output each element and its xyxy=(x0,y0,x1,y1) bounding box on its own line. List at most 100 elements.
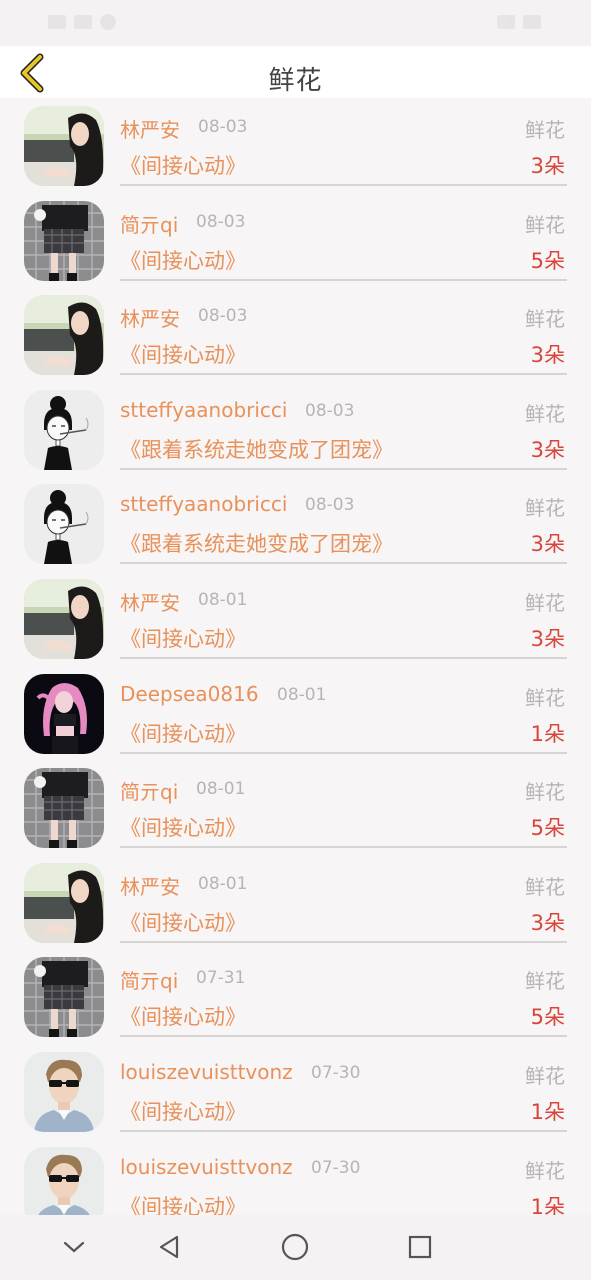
status-bar xyxy=(0,0,591,46)
row-divider xyxy=(120,184,567,186)
row-divider xyxy=(120,1035,567,1038)
user-name[interactable]: stteffyaanobricci xyxy=(120,398,287,422)
gift-type-label: 鲜花 xyxy=(525,685,565,710)
sim-icon xyxy=(48,15,66,29)
gift-type-label: 鲜花 xyxy=(525,1158,565,1183)
flower-count: 3朵 xyxy=(530,626,565,651)
book-title-link[interactable]: 《间接心动》 xyxy=(120,907,246,937)
list-item[interactable]: 林严安 08-03 鲜花《间接心动》 3朵 xyxy=(0,98,591,193)
gift-type-label: 鲜花 xyxy=(525,118,565,142)
avatar[interactable] xyxy=(24,673,104,754)
flower-count: 3朵 xyxy=(530,532,565,557)
book-title-link[interactable]: 《间接心动》 xyxy=(120,1191,246,1215)
gift-date: 08-03 xyxy=(198,117,248,137)
user-name[interactable]: Deepsea0816 xyxy=(120,682,259,706)
list-item[interactable]: louiszevuisttvonz 07-30 鲜花《间接心动》 1朵 xyxy=(0,1139,591,1215)
row-divider xyxy=(120,373,567,376)
book-title-link[interactable]: 《间接心动》 xyxy=(120,339,246,369)
gift-type-label: 鲜花 xyxy=(525,780,565,805)
list-item[interactable]: stteffyaanobricci 08-03 鲜花 《跟着系统走她变成了团宠》 3朵 xyxy=(0,476,591,571)
status-right-icons xyxy=(497,12,541,32)
list-item[interactable]: 简亓qi 08-01 鲜花《间接心动》 5朵 xyxy=(0,760,591,855)
flower-count: 3朵 xyxy=(530,437,565,462)
gift-type-label: 鲜花 xyxy=(525,496,565,521)
book-title-link[interactable]: 《间接心动》 xyxy=(120,812,246,842)
row-divider xyxy=(120,656,567,659)
gift-date: 07-30 xyxy=(311,1062,361,1083)
avatar[interactable] xyxy=(24,768,104,849)
user-name[interactable]: 简亓qi xyxy=(120,776,178,805)
list-item[interactable]: stteffyaanobricci 08-03 鲜花 《跟着系统走她变成了团宠》 3朵 xyxy=(0,382,591,477)
user-name[interactable]: stteffyaanobricci xyxy=(120,492,287,516)
flower-count: 1朵 xyxy=(530,1194,565,1215)
avatar[interactable] xyxy=(24,957,104,1038)
user-name[interactable]: 林严安 xyxy=(120,303,180,332)
gift-type-label: 鲜花 xyxy=(525,1063,565,1088)
notification-icon xyxy=(100,14,116,30)
flower-count: 1朵 xyxy=(530,1099,565,1124)
back-triangle-icon xyxy=(159,1235,179,1259)
gift-date: 08-01 xyxy=(196,779,246,800)
avatar[interactable] xyxy=(24,389,104,470)
list-item[interactable]: 林严安 08-01 鲜花 《间接心动》 3朵 xyxy=(0,855,591,950)
gift-type-label: 鲜花 xyxy=(525,212,565,237)
row-divider xyxy=(120,846,567,849)
user-name[interactable]: 林严安 xyxy=(120,871,180,900)
gift-date: 08-01 xyxy=(277,684,327,705)
list-item[interactable]: Deepsea0816 08-01 鲜花《间接心动》 1朵 xyxy=(0,666,591,761)
book-title-link[interactable]: 《跟着系统走她变成了团宠》 xyxy=(120,528,393,558)
flower-count: 3朵 xyxy=(530,154,565,178)
list-item[interactable]: louiszevuisttvonz 07-30 鲜花《间接心动》 1朵 xyxy=(0,1044,591,1139)
avatar[interactable] xyxy=(24,295,104,376)
nav-back-button[interactable] xyxy=(151,1229,187,1265)
gift-date: 07-30 xyxy=(311,1157,361,1178)
user-name[interactable]: 林严安 xyxy=(120,587,180,616)
gift-type-label: 鲜花 xyxy=(525,969,565,994)
gift-type-label: 鲜花 xyxy=(525,401,565,426)
row-divider xyxy=(120,1129,567,1132)
nav-home-button[interactable] xyxy=(277,1229,313,1265)
status-left-icons xyxy=(48,12,116,32)
gift-type-label: 鲜花 xyxy=(525,874,565,899)
avatar[interactable] xyxy=(24,1051,104,1132)
avatar[interactable] xyxy=(24,862,104,943)
gift-type-label: 鲜花 xyxy=(525,307,565,332)
flower-count: 5朵 xyxy=(530,1005,565,1030)
chevron-down-icon xyxy=(63,1241,85,1253)
gift-date: 08-03 xyxy=(196,211,246,232)
book-title-link[interactable]: 《间接心动》 xyxy=(120,1096,246,1126)
list-item[interactable]: 简亓qi 07-31 鲜花 《间接心动》 5朵 xyxy=(0,949,591,1044)
book-title-link[interactable]: 《间接心动》 xyxy=(120,245,246,275)
avatar[interactable] xyxy=(24,484,104,565)
gift-record-list: 林严安 08-03 鲜花 《间接心动》 3朵 简亓qi 08-03 鲜花 《间接心动》 5朵 林严安… xyxy=(0,98,591,1215)
book-title-link[interactable]: 《间接心动》 xyxy=(120,150,246,180)
avatar[interactable] xyxy=(24,578,104,659)
avatar[interactable] xyxy=(24,1146,104,1215)
user-name[interactable]: 简亓qi xyxy=(120,209,178,238)
user-name[interactable]: 简亓qi xyxy=(120,965,178,994)
book-title-link[interactable]: 《跟着系统走她变成了团宠》 xyxy=(120,434,393,464)
row-divider xyxy=(120,562,567,565)
nav-recents-button[interactable] xyxy=(402,1229,438,1265)
list-item[interactable]: 简亓qi 08-03 鲜花《间接心动》 5朵 xyxy=(0,193,591,288)
flower-count: 5朵 xyxy=(530,816,565,841)
avatar[interactable] xyxy=(24,200,104,281)
list-item[interactable]: 林严安 08-03 鲜花 《间接心动》 3朵 xyxy=(0,287,591,382)
user-name[interactable]: louiszevuisttvonz xyxy=(120,1060,293,1084)
signal-icon xyxy=(74,15,92,29)
book-title-link[interactable]: 《间接心动》 xyxy=(120,718,246,748)
flower-count: 3朵 xyxy=(530,910,565,935)
flower-count: 1朵 xyxy=(530,721,565,746)
row-divider xyxy=(120,278,567,281)
user-name[interactable]: louiszevuisttvonz xyxy=(120,1155,293,1179)
flower-count: 5朵 xyxy=(530,248,565,273)
gift-date: 08-01 xyxy=(198,589,248,610)
user-name[interactable]: 林严安 xyxy=(120,114,180,143)
gift-date: 08-03 xyxy=(198,306,248,327)
book-title-link[interactable]: 《间接心动》 xyxy=(120,623,246,653)
clock-icon xyxy=(523,15,541,29)
nav-collapse-button[interactable] xyxy=(56,1229,92,1265)
book-title-link[interactable]: 《间接心动》 xyxy=(120,1001,246,1031)
avatar[interactable] xyxy=(24,106,104,186)
list-item[interactable]: 林严安 08-01 鲜花 《间接心动》 3朵 xyxy=(0,571,591,666)
